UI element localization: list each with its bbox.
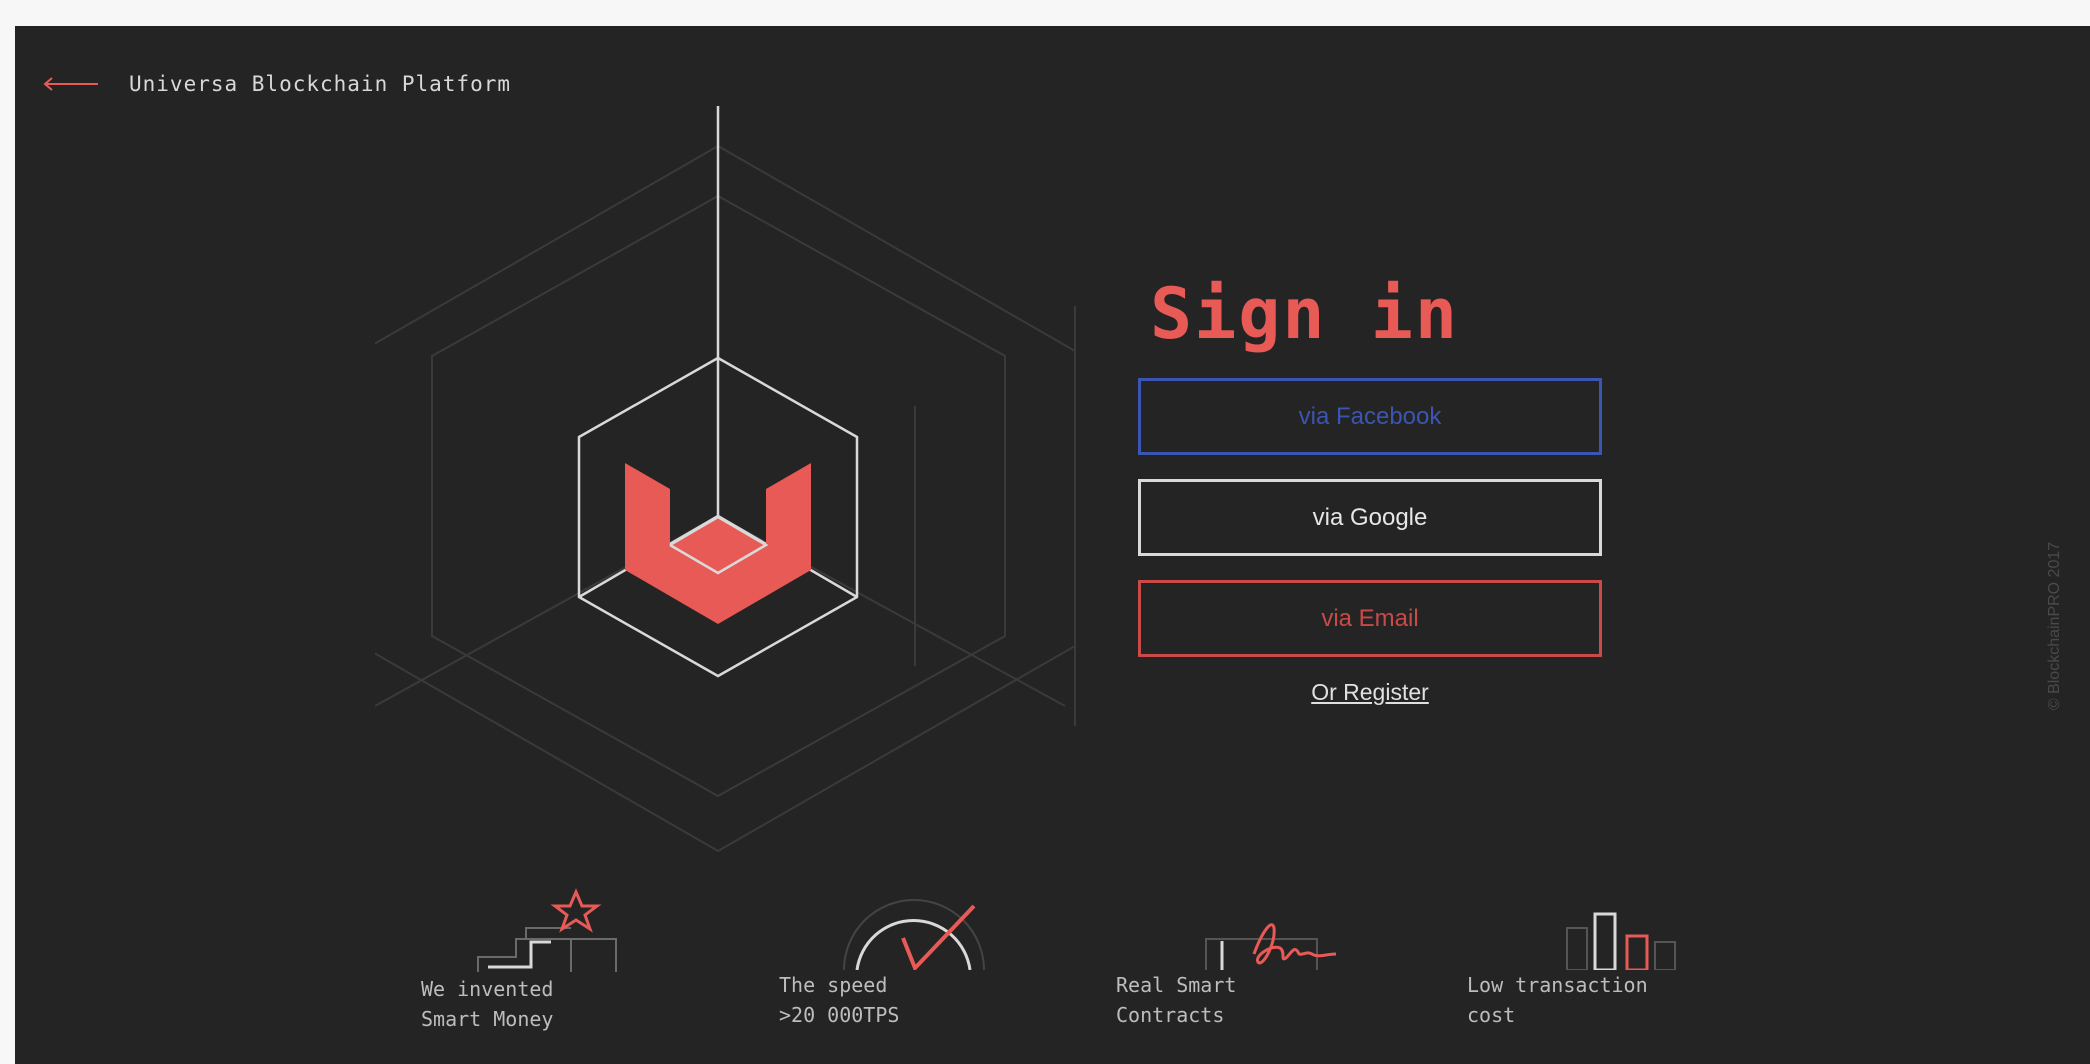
facebook-signin-button[interactable]: via Facebook: [1138, 378, 1602, 455]
stairs-star-icon: [477, 888, 617, 972]
feature-line: Contracts: [1116, 1003, 1225, 1027]
feature-speed: The speed >20 000TPS: [779, 884, 999, 1030]
signin-panel: Sign in via Facebook via Google via Emai…: [1138, 274, 1608, 706]
page-frame: Universa Blockchain Platform Sign in via…: [15, 26, 2090, 1064]
feature-contracts: Real Smart Contracts: [1116, 884, 1362, 1030]
arrow-left-icon[interactable]: [43, 75, 99, 93]
signin-title: Sign in: [1150, 273, 1460, 355]
feature-line: We invented: [421, 977, 554, 1001]
hexagon-logo-graphic: [375, 106, 1076, 853]
feature-smart-money: We invented Smart Money: [421, 884, 636, 1034]
google-signin-button[interactable]: via Google: [1138, 479, 1602, 556]
feature-line: >20 000TPS: [779, 1003, 900, 1027]
email-signin-button[interactable]: via Email: [1138, 580, 1602, 657]
signature-icon: [1205, 923, 1337, 970]
feature-line: Smart Money: [421, 1007, 554, 1031]
bar-chart-icon: [1566, 912, 1676, 970]
speedometer-icon: [843, 899, 985, 970]
platform-title[interactable]: Universa Blockchain Platform: [129, 72, 511, 96]
feature-line: Real Smart: [1116, 973, 1237, 997]
feature-line: The speed: [779, 973, 888, 997]
feature-line: cost: [1467, 1003, 1516, 1027]
feature-transaction-cost: Low transaction cost: [1467, 884, 1725, 1030]
top-bar: Universa Blockchain Platform: [43, 68, 511, 100]
copyright-text: © BlockchainPRO 2017: [2046, 541, 2063, 711]
feature-line: Low transaction: [1467, 973, 1648, 997]
outer-hexagon-lines: [375, 106, 1076, 853]
register-link[interactable]: Or Register: [1138, 679, 1602, 706]
